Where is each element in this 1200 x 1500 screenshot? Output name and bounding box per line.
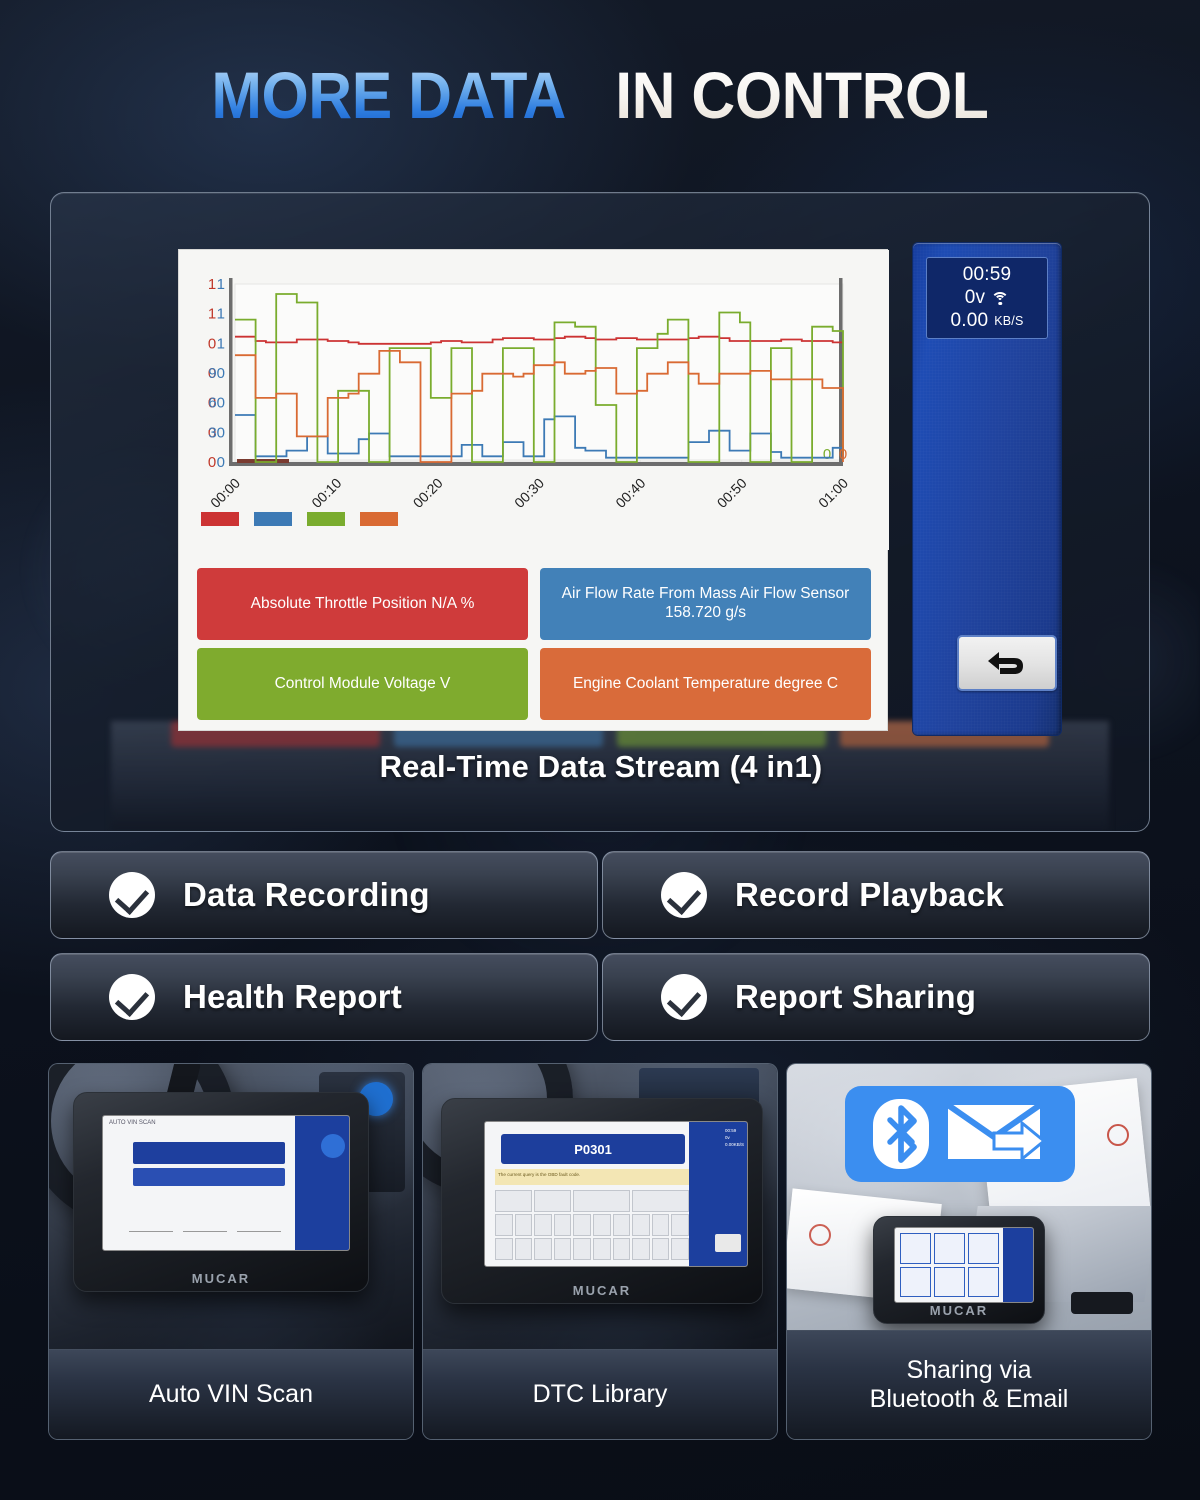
status-badge: 00:59 0v 0.00 KB/S — [926, 257, 1048, 339]
parameter-card-airflow[interactable]: Air Flow Rate From Mass Air Flow Sensor … — [540, 568, 871, 640]
feature-record-playback[interactable]: Record Playback — [602, 851, 1150, 939]
status-voltage-row: 0v — [964, 287, 1010, 309]
feature-label: Data Recording — [183, 876, 430, 913]
feature-report-sharing[interactable]: Report Sharing — [602, 953, 1150, 1041]
feature-health-report[interactable]: Health Report — [50, 953, 598, 1041]
tablet-screen — [894, 1227, 1034, 1303]
back-button[interactable] — [957, 635, 1057, 691]
device-side-rail: 00:59 0v 0.00 KB/S — [913, 243, 1061, 735]
back-arrow-icon — [988, 652, 1023, 674]
data-stream-chart: 1100000 1 1 1 90 60 30 0 00 00:00 00:10 00:20 00:… — [179, 250, 889, 550]
brand-label: MUCAR — [929, 1303, 989, 1318]
tablet-screen: AUTO VIN SCAN — [102, 1115, 350, 1251]
hero-panel: 1100000 1 1 1 90 60 30 0 00 00:00 00:10 00:20 00:… — [50, 192, 1150, 832]
check-circle-icon — [109, 872, 155, 918]
caption-line-1: Sharing via — [906, 1355, 1032, 1384]
status-rate-row: 0.00 KB/S — [950, 310, 1023, 332]
svg-text:30: 30 — [208, 424, 225, 441]
tablet-screen: P0301 The current query is the OBD fault… — [484, 1121, 748, 1267]
parameter-card-voltage[interactable]: Control Module Voltage V — [197, 648, 528, 720]
promo-page: MORE DATA IN CONTROL 1 1 0 0 0 0 0 1 1 1… — [0, 0, 1200, 1500]
photo-caption-dtc-library: DTC Library — [423, 1349, 777, 1439]
svg-text:60: 60 — [208, 395, 225, 412]
wifi-icon — [991, 291, 1010, 305]
svg-text:1: 1 — [217, 276, 225, 293]
photo-card-auto-vin-scan[interactable]: AUTO VIN SCAN MUCAR Auto VIN Scan — [48, 1063, 414, 1440]
parameter-card-throttle[interactable]: Absolute Throttle Position N/A % — [197, 568, 528, 640]
svg-text:1: 1 — [208, 306, 216, 323]
svg-text:90: 90 — [208, 365, 225, 382]
legend-swatch-red[interactable] — [201, 512, 239, 526]
svg-text:0: 0 — [208, 454, 216, 471]
bluetooth-icon — [873, 1099, 929, 1169]
status-rate-unit: KB/S — [994, 314, 1024, 328]
photo-sharing: MUCAR — [787, 1064, 1151, 1332]
photo-auto-vin-scan: AUTO VIN SCAN MUCAR — [49, 1064, 413, 1351]
check-circle-icon — [661, 872, 707, 918]
legend-swatch-blue[interactable] — [254, 512, 292, 526]
photo-dtc-library: P0301 The current query is the OBD fault… — [423, 1064, 777, 1351]
feature-label: Record Playback — [735, 876, 1004, 913]
hero-caption: Real-Time Data Stream (4 in1) — [379, 749, 823, 784]
page-title: MORE DATA IN CONTROL — [0, 62, 1200, 128]
svg-text:0: 0 — [217, 454, 225, 471]
photo-card-sharing[interactable]: MUCAR Sharing via Bluetooth & Email — [786, 1063, 1152, 1440]
caption-line-2: Bluetooth & Email — [869, 1385, 1069, 1413]
status-rate-value: 0.00 — [950, 310, 989, 331]
photo-card-dtc-library[interactable]: P0301 The current query is the OBD fault… — [422, 1063, 778, 1440]
chart-svg: 1100000 1119060300 00 00:00 00:10 00:20 00:… — [179, 250, 889, 550]
share-badge — [845, 1086, 1075, 1182]
headline-blue-part: MORE DATA — [210, 58, 566, 132]
check-circle-icon — [661, 974, 707, 1020]
parameter-cards: Absolute Throttle Position N/A % Air Flo… — [197, 568, 871, 720]
dtc-hint-text: The current query is the OBD fault code. — [498, 1172, 581, 1177]
status-voltage-value: 0v — [964, 287, 986, 308]
svg-text:1: 1 — [217, 335, 225, 352]
feature-label: Health Report — [183, 978, 402, 1015]
brand-label: MUCAR — [572, 1283, 632, 1298]
photo-caption-sharing: Sharing via Bluetooth & Email — [787, 1330, 1151, 1439]
dtc-code-value: P0301 — [501, 1134, 685, 1164]
device-screen: 1100000 1 1 1 90 60 30 0 00 00:00 00:10 00:20 00:… — [178, 249, 889, 731]
feature-label: Report Sharing — [735, 978, 977, 1015]
device-tablet: P0301 The current query is the OBD fault… — [441, 1098, 763, 1304]
check-circle-icon — [109, 974, 155, 1020]
device-tablet: MUCAR — [873, 1216, 1045, 1324]
brand-label: MUCAR — [191, 1271, 251, 1286]
headline-white-part: IN CONTROL — [615, 58, 989, 132]
legend-swatch-green[interactable] — [307, 512, 345, 526]
legend-swatch-orange[interactable] — [360, 512, 398, 526]
svg-text:0: 0 — [823, 446, 831, 463]
photo-caption-auto-vin-scan: Auto VIN Scan — [49, 1349, 413, 1439]
email-send-icon — [946, 1102, 1047, 1163]
feature-data-recording[interactable]: Data Recording — [50, 851, 598, 939]
svg-text:1: 1 — [208, 276, 216, 293]
parameter-card-coolant[interactable]: Engine Coolant Temperature degree C — [540, 648, 871, 720]
svg-text:0: 0 — [208, 335, 216, 352]
status-timer: 00:59 — [962, 264, 1012, 285]
device-tablet: AUTO VIN SCAN MUCAR — [73, 1092, 369, 1292]
svg-text:1: 1 — [217, 306, 225, 323]
chart-legend[interactable] — [201, 512, 398, 526]
